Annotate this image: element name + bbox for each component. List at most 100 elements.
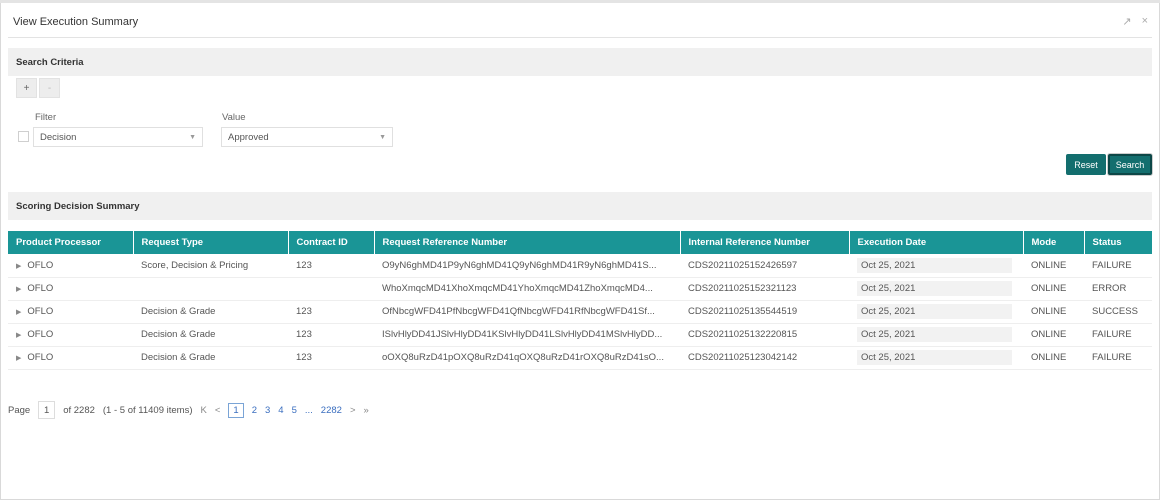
status-cell: FAILURE	[1084, 254, 1152, 278]
processor-value: OFLO	[27, 306, 54, 317]
date-cell: Oct 25, 2021	[849, 346, 1023, 370]
expand-row-icon[interactable]: ▶	[16, 309, 21, 316]
execution-date: Oct 25, 2021	[857, 350, 1012, 365]
window-titlebar: View Execution Summary ↗ ×	[8, 6, 1152, 38]
request-ref-cell: O9yN6ghMD41P9yN6ghMD41Q9yN6ghMD41R9yN6gh…	[374, 254, 680, 278]
search-button[interactable]: Search	[1108, 154, 1152, 175]
remove-criteria-button[interactable]: -	[39, 78, 60, 98]
summary-header: Scoring Decision Summary	[8, 192, 1152, 220]
processor-value: OFLO	[27, 259, 54, 271]
filter-label: Filter	[35, 112, 57, 123]
internal-ref-cell: CDS20211025135544519	[680, 300, 849, 324]
table-row[interactable]: ▶ OFLO Decision & Grade 123 OfNbcgWFD41Pf…	[8, 300, 1152, 324]
column-header-product-processor[interactable]: Product Processor	[8, 231, 134, 254]
contract-id-cell: 123	[288, 300, 374, 324]
processor-cell: ▶ OFLO	[8, 346, 133, 370]
column-header-contract-id[interactable]: Contract ID	[288, 231, 375, 254]
chevron-down-icon: ▼	[379, 133, 386, 141]
value-select[interactable]: Approved ▼	[221, 127, 393, 147]
page-ellipsis: ...	[304, 404, 313, 416]
mode-cell: ONLINE	[1023, 254, 1084, 278]
date-cell: Oct 25, 2021	[849, 277, 1023, 301]
date-cell: Oct 25, 2021	[849, 254, 1023, 278]
request-type-cell: Decision & Grade	[133, 323, 288, 347]
column-header-request-reference-number[interactable]: Request Reference Number	[374, 231, 681, 254]
page-number-input[interactable]: 1	[38, 401, 56, 419]
chevron-down-icon: ▼	[189, 133, 196, 141]
first-page-icon[interactable]: K	[200, 405, 206, 416]
execution-date: Oct 25, 2021	[857, 304, 1012, 319]
processor-cell: ▶ OFLO	[8, 323, 133, 347]
table-row[interactable]: ▶ OFLO Decision & Grade 123 ISlvHlyDD41JS…	[8, 323, 1152, 347]
status-cell: FAILURE	[1084, 323, 1152, 347]
execution-date: Oct 25, 2021	[857, 257, 1012, 273]
contract-id-cell	[288, 277, 374, 301]
contract-id-cell: 123	[288, 323, 374, 347]
search-criteria-title: Search Criteria	[16, 56, 84, 68]
reset-button[interactable]: Reset	[1066, 154, 1106, 175]
summary-table: Product Processor Request Type Contract …	[8, 231, 1153, 370]
filter-select-value: Decision	[40, 131, 77, 143]
last-page-icon[interactable]: »	[364, 405, 369, 416]
column-header-execution-date[interactable]: Execution Date	[849, 231, 1024, 254]
top-divider	[0, 0, 1160, 3]
filter-checkbox[interactable]	[18, 131, 29, 142]
value-label: Value	[222, 112, 246, 123]
close-icon[interactable]: ×	[1142, 15, 1148, 28]
status-cell: FAILURE	[1084, 346, 1152, 370]
request-ref-cell: OfNbcgWFD41PfNbcgWFD41QfNbcgWFD41RfNbcgW…	[374, 300, 680, 324]
column-header-request-type[interactable]: Request Type	[133, 231, 289, 254]
request-ref-cell: ISlvHlyDD41JSlvHlyDD41KSlvHlyDD41LSlvHly…	[374, 323, 680, 347]
page-link-2[interactable]: 2	[252, 405, 257, 416]
request-type-cell: Decision & Grade	[133, 346, 288, 370]
maximize-icon[interactable]: ↗	[1122, 15, 1131, 28]
window-controls: ↗ ×	[1122, 15, 1152, 28]
request-type-cell: Score, Decision & Pricing	[133, 254, 288, 278]
pagination: Page 1 of 2282 (1 - 5 of 11409 items) K …	[8, 401, 369, 419]
items-info: (1 - 5 of 11409 items)	[102, 404, 193, 416]
processor-cell: ▶ OFLO	[8, 277, 133, 301]
column-header-internal-reference-number[interactable]: Internal Reference Number	[680, 231, 850, 254]
expand-row-icon[interactable]: ▶	[16, 332, 21, 339]
internal-ref-cell: CDS20211025132220815	[680, 323, 849, 347]
table-row[interactable]: ▶ OFLO Score, Decision & Pricing 123 O9yN…	[8, 254, 1152, 278]
processor-cell: ▶ OFLO	[8, 254, 133, 278]
mode-cell: ONLINE	[1023, 300, 1084, 324]
execution-date: Oct 25, 2021	[857, 281, 1012, 296]
next-page-icon[interactable]: >	[350, 405, 356, 416]
page-link-5[interactable]: 5	[292, 405, 297, 416]
column-header-mode[interactable]: Mode	[1023, 231, 1085, 254]
filter-select[interactable]: Decision ▼	[33, 127, 203, 147]
mode-cell: ONLINE	[1023, 277, 1084, 301]
page-link-4[interactable]: 4	[278, 405, 283, 416]
add-criteria-button[interactable]: +	[16, 78, 37, 98]
status-cell: SUCCESS	[1084, 300, 1152, 324]
table-row[interactable]: ▶ OFLO WhoXmqcMD41XhoXmqcMD41YhoXmqcMD41Z…	[8, 277, 1152, 301]
table-row[interactable]: ▶ OFLO Decision & Grade 123 oOXQ8uRzD41pO…	[8, 346, 1152, 370]
mode-cell: ONLINE	[1023, 323, 1084, 347]
status-cell: ERROR	[1084, 277, 1152, 301]
summary-title: Scoring Decision Summary	[16, 200, 140, 212]
mode-cell: ONLINE	[1023, 346, 1084, 370]
request-ref-cell: oOXQ8uRzD41pOXQ8uRzD41qOXQ8uRzD41rOXQ8uR…	[374, 346, 680, 370]
page-link-1[interactable]: 1	[228, 402, 244, 418]
column-header-status[interactable]: Status	[1084, 231, 1153, 254]
expand-row-icon[interactable]: ▶	[16, 355, 21, 362]
page-link-last[interactable]: 2282	[321, 405, 342, 416]
contract-id-cell: 123	[288, 254, 374, 278]
processor-value: OFLO	[27, 283, 54, 294]
window-title: View Execution Summary	[13, 15, 139, 28]
expand-row-icon[interactable]: ▶	[16, 263, 21, 270]
request-type-cell	[133, 277, 288, 301]
previous-page-icon[interactable]: <	[215, 405, 221, 416]
value-select-value: Approved	[228, 131, 269, 143]
request-type-cell: Decision & Grade	[133, 300, 288, 324]
execution-date: Oct 25, 2021	[857, 327, 1012, 342]
page-link-3[interactable]: 3	[265, 405, 270, 416]
processor-value: OFLO	[27, 329, 54, 340]
processor-value: OFLO	[27, 352, 54, 363]
date-cell: Oct 25, 2021	[849, 300, 1023, 324]
criteria-buttons: + -	[16, 78, 60, 98]
expand-row-icon[interactable]: ▶	[16, 286, 21, 293]
request-ref-cell: WhoXmqcMD41XhoXmqcMD41YhoXmqcMD41ZhoXmqc…	[374, 277, 680, 301]
